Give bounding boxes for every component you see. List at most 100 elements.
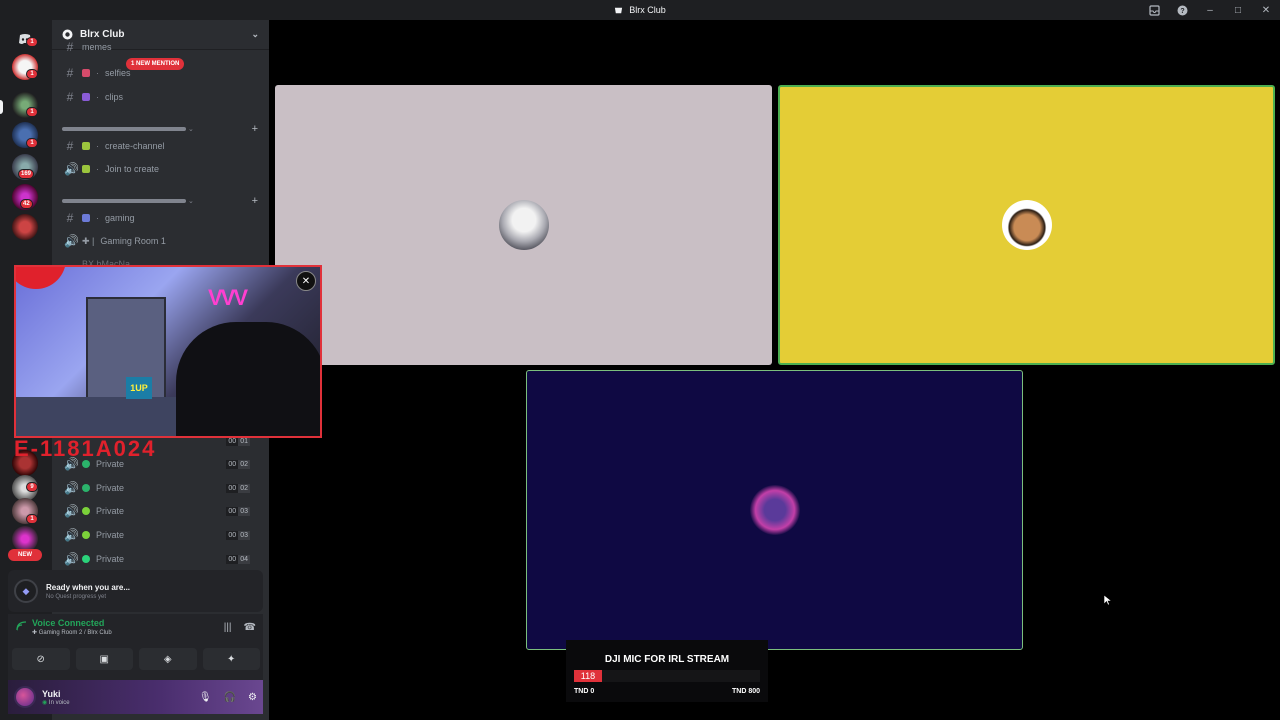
mouse-cursor-icon [1104,595,1112,605]
quest-icon: ◆ [14,579,38,603]
server-badge: 1 [26,514,38,524]
new-mention-pill[interactable]: 1 NEW MENTION [126,58,185,70]
voice-stage [270,20,1280,720]
hash-icon: # [66,90,74,104]
goal-title: DJI MIC FOR IRL STREAM [604,654,730,665]
server-badge: 169 [18,169,35,179]
soundboard-icon: ✦ [227,653,236,665]
discord-logo-icon [615,7,623,13]
beginner-emoji-icon [82,165,90,173]
hash-icon: # [66,66,74,80]
category-header[interactable]: ⌄ + [62,123,258,135]
headphones-icon[interactable]: 🎧 [224,692,236,703]
clover-emoji-icon [82,507,90,515]
neon-sign: VVV [208,285,248,310]
speaker-icon: 🔊 [64,528,79,542]
speaker-icon: 🔊 [64,552,79,566]
close-overlay-icon[interactable]: ✕ [296,271,316,291]
goal-progress-track: 118 [574,670,760,682]
channel-private[interactable]: 🔊 Private 00 02 [60,478,260,498]
red-logo-badge [16,267,66,289]
camera-emoji-icon [82,69,90,77]
avatar [498,200,549,250]
camera-off-button[interactable]: ⊘ [12,648,70,670]
window-title: Blrx Club [614,5,666,15]
red-banner-text: E-1181A024 [14,436,157,461]
clover-emoji-icon [82,484,90,492]
hash-icon: # [66,139,74,153]
close-icon[interactable]: ✕ [1252,0,1280,20]
svg-text:?: ? [1180,8,1184,15]
participant-tile-speaking[interactable] [778,85,1275,365]
speaker-icon: 🔊 [64,504,79,518]
goal-min-label: TND 0 [574,688,595,695]
quest-title: Ready when you are... [46,582,131,592]
gear-icon[interactable]: ⚙ [248,692,257,703]
noise-suppression-icon[interactable]: ||| [224,622,232,633]
soundboard-button[interactable]: ✦ [202,648,260,670]
channel-join-to-create[interactable]: 🔊 · Join to create [60,159,260,179]
quest-subtitle: No Quest progress yet [46,593,107,600]
film-emoji-icon [82,93,90,101]
voice-connection-panel: Voice Connected ✚ Gaming Room 2 / Blrx C… [8,614,263,680]
participant-tile[interactable] [275,85,772,365]
webcam-overlay: VVV 1UP ✕ [14,265,322,438]
signal-icon[interactable] [16,620,32,634]
channel-gaming[interactable]: # · gaming [60,208,260,228]
hash-icon: # [66,211,74,225]
channel-memes[interactable]: # memes [60,40,260,54]
user-status: In voice [48,699,70,706]
donation-goal-widget: DJI MIC FOR IRL STREAM 118 TND 0 TND 800 [566,640,768,702]
category-header[interactable]: ⌄ + [62,195,258,207]
server-badge: 42 [20,199,33,209]
participant-tile[interactable] [526,370,1023,650]
gamepad-emoji-icon [82,214,90,222]
voice-status-icon: ◉ [42,699,49,706]
server-unread-pip [0,100,3,114]
quest-card[interactable]: ◆ Ready when you are... No Quest progres… [8,570,263,612]
speaker-icon: 🔊 [64,162,79,176]
maximize-icon[interactable]: □ [1224,0,1252,20]
microphone-icon[interactable]: 🎙 [199,692,212,703]
server-icon[interactable] [12,214,38,240]
disconnect-icon[interactable]: ☎ [244,622,256,633]
title-bar: Blrx Club ? – □ ✕ [0,0,1280,20]
avatar [749,485,800,535]
streamer [176,322,320,436]
voice-status[interactable]: Voice Connected [32,618,112,628]
channel-clips[interactable]: # · clips [60,87,260,107]
speaker-small-icon: ✚ [32,630,39,636]
chevron-down-icon[interactable]: ⌄ [251,29,259,40]
user-panel: Yuki ◉ In voice 🎙 🎧 ⚙ [8,680,263,714]
add-channel-icon[interactable]: + [252,123,258,135]
camera-off-icon: ⊘ [36,653,45,665]
server-badge: 9 [26,482,38,492]
guild-boost-icon [62,29,73,40]
guild-name: Blrx Club [80,29,125,40]
channel-private[interactable]: 🔊 Private 00 03 [60,501,260,521]
clover-emoji-icon [82,531,90,539]
goal-max-label: TND 800 [731,688,760,695]
voice-location[interactable]: Gaming Room 2 / Blrx Club [39,630,112,636]
channel-private[interactable]: 🔊 Private 00 03 [60,525,260,545]
activity-button[interactable]: ◈ [139,648,197,670]
username[interactable]: Yuki [42,689,70,699]
help-icon[interactable]: ? [1168,0,1196,20]
clover-emoji-icon [82,555,90,563]
beginner-emoji-icon [82,142,90,150]
server-badge: 1 [26,69,38,79]
avatar[interactable] [14,686,36,708]
avatar [1001,200,1052,250]
channel-create-channel[interactable]: # · create-channel [60,136,260,156]
channel-private[interactable]: 🔊 Private 00 04 [60,549,260,569]
channel-gaming-room-1[interactable]: 🔊 ✚ | Gaming Room 1 [60,231,260,251]
inbox-icon[interactable] [1140,0,1168,20]
screen-share-button[interactable]: ▣ [75,648,133,670]
speaker-icon: 🔊 [64,481,79,495]
new-servers-pill[interactable]: NEW [8,549,42,561]
add-channel-icon[interactable]: + [252,195,258,207]
server-badge: 1 [26,107,38,117]
server-badge: 1 [26,138,38,148]
minimize-icon[interactable]: – [1196,0,1224,20]
oneup-display: 1UP [126,377,152,399]
